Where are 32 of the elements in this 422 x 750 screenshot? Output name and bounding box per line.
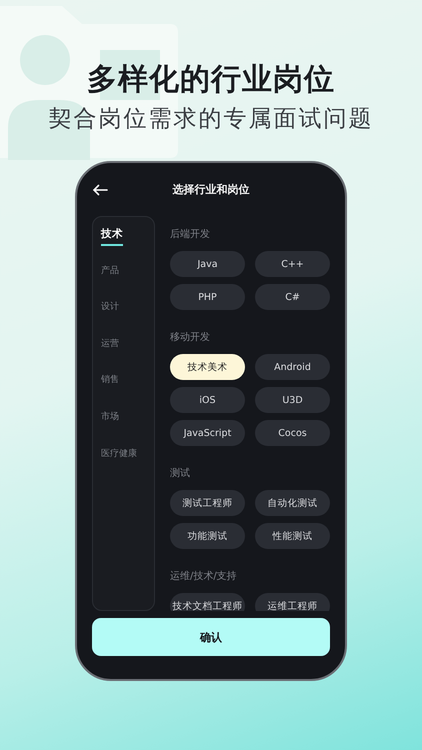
category-item[interactable]: 市场 [101, 410, 119, 426]
position-chip[interactable]: C++ [255, 251, 330, 277]
category-item[interactable]: 产品 [101, 264, 119, 280]
category-item[interactable]: 技术 [101, 227, 123, 246]
back-arrow-icon[interactable] [92, 184, 108, 196]
position-chip[interactable]: 性能测试 [255, 523, 330, 549]
position-chip[interactable]: 功能测试 [170, 523, 245, 549]
section-title: 后端开发 [170, 229, 210, 240]
position-chip[interactable]: C# [255, 284, 330, 310]
position-chip[interactable]: iOS [170, 387, 245, 413]
section-title: 测试 [170, 468, 190, 479]
category-item[interactable]: 设计 [101, 300, 119, 316]
position-chip[interactable]: 运维工程师 [255, 593, 330, 611]
position-chip[interactable]: JavaScript [170, 420, 245, 446]
position-chip[interactable]: Java [170, 251, 245, 277]
position-chip[interactable]: Cocos [255, 420, 330, 446]
category-item[interactable]: 医疗健康 [101, 446, 137, 463]
position-chip[interactable]: 技术美术 [170, 354, 245, 380]
headline: 多样化的行业岗位 [87, 61, 335, 99]
section-title: 运维/技术/支持 [170, 571, 237, 582]
section-title: 移动开发 [170, 332, 210, 343]
position-chip[interactable]: 自动化测试 [255, 490, 330, 516]
subheadline: 契合岗位需求的专属面试问题 [48, 105, 374, 134]
position-chip[interactable]: 测试工程师 [170, 490, 245, 516]
position-chip[interactable]: PHP [170, 284, 245, 310]
screen-title: 选择行业和岗位 [172, 183, 250, 196]
category-item[interactable]: 销售 [101, 373, 119, 390]
confirm-button[interactable]: 确认 [92, 618, 330, 656]
position-chip[interactable]: U3D [255, 387, 330, 413]
position-chip[interactable]: Android [255, 354, 330, 380]
category-item[interactable]: 运营 [101, 336, 119, 353]
position-chip[interactable]: 技术文档工程师 [170, 593, 245, 611]
